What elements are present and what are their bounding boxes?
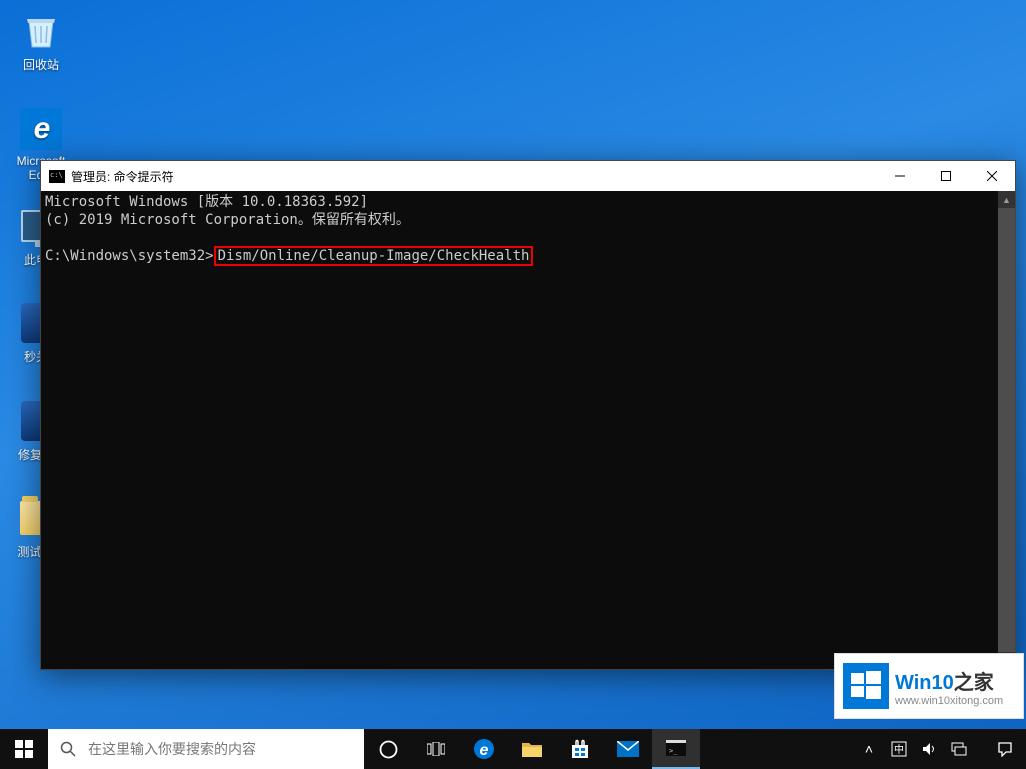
store-icon <box>570 739 590 759</box>
taskbar-app-store[interactable] <box>556 729 604 769</box>
taskbar-pinned: e >_ <box>364 729 700 769</box>
watermark-title: Win10之家 <box>895 666 1003 695</box>
window-title: 管理员: 命令提示符 <box>71 168 877 185</box>
windows-icon <box>15 740 33 758</box>
tray-volume-button[interactable] <box>914 741 944 757</box>
desktop-icon-label: 回收站 <box>5 56 77 73</box>
system-tray: ˄ 中 <box>854 729 1026 769</box>
window-titlebar[interactable]: 管理员: 命令提示符 <box>41 161 1015 191</box>
cortana-icon <box>379 740 398 759</box>
svg-text:中: 中 <box>894 743 904 756</box>
edge-icon: e <box>20 108 62 150</box>
scroll-thumb[interactable] <box>998 208 1015 652</box>
edge-icon: e <box>473 738 495 760</box>
action-center-button[interactable] <box>990 741 1020 757</box>
taskbar-app-cmd[interactable]: >_ <box>652 729 700 769</box>
windows-logo-icon <box>843 663 889 709</box>
recycle-bin-icon <box>20 10 62 52</box>
search-placeholder: 在这里输入你要搜索的内容 <box>88 739 256 759</box>
network-icon <box>951 741 967 757</box>
terminal-body[interactable]: Microsoft Windows [版本 10.0.18363.592] (c… <box>41 191 998 669</box>
terminal-prompt: C:\Windows\system32> <box>45 248 214 264</box>
tray-ime-button[interactable]: 中 <box>884 741 914 757</box>
watermark-url: www.win10xitong.com <box>895 695 1003 707</box>
cmd-icon: >_ <box>666 740 686 756</box>
task-view-icon <box>427 742 445 756</box>
desktop-icon-recycle-bin[interactable]: 回收站 <box>5 10 77 73</box>
close-button[interactable] <box>969 161 1015 191</box>
terminal-line: (c) 2019 Microsoft Corporation。保留所有权利。 <box>45 212 410 228</box>
taskbar-app-explorer[interactable] <box>508 729 556 769</box>
notification-icon <box>997 741 1013 757</box>
minimize-button[interactable] <box>877 161 923 191</box>
mail-icon <box>617 741 639 757</box>
terminal-line: Microsoft Windows [版本 10.0.18363.592] <box>45 194 368 210</box>
scrollbar[interactable]: ▲ ▼ <box>998 191 1015 669</box>
maximize-button[interactable] <box>923 161 969 191</box>
svg-text:>_: >_ <box>669 747 678 755</box>
cmd-icon <box>49 170 65 183</box>
tray-network-button[interactable] <box>944 741 974 757</box>
tray-overflow-button[interactable]: ˄ <box>854 741 884 757</box>
cortana-button[interactable] <box>364 729 412 769</box>
task-view-button[interactable] <box>412 729 460 769</box>
svg-text:e: e <box>480 742 489 759</box>
taskbar-app-mail[interactable] <box>604 729 652 769</box>
search-icon <box>60 741 76 757</box>
folder-icon <box>522 741 542 757</box>
scroll-track[interactable] <box>998 208 1015 652</box>
search-box[interactable]: 在这里输入你要搜索的内容 <box>48 729 364 769</box>
taskbar: 在这里输入你要搜索的内容 e >_ ˄ 中 <box>0 729 1026 769</box>
watermark: Win10之家 www.win10xitong.com <box>834 653 1024 719</box>
highlighted-command: Dism/Online/Cleanup-Image/CheckHealth <box>214 246 534 266</box>
command-prompt-window: 管理员: 命令提示符 Microsoft Windows [版本 10.0.18… <box>40 160 1016 670</box>
chevron-up-icon: ˄ <box>865 741 873 757</box>
scroll-up-button[interactable]: ▲ <box>998 191 1015 208</box>
volume-icon <box>921 741 937 757</box>
ime-icon: 中 <box>891 741 907 757</box>
start-button[interactable] <box>0 729 48 769</box>
taskbar-app-edge[interactable]: e <box>460 729 508 769</box>
